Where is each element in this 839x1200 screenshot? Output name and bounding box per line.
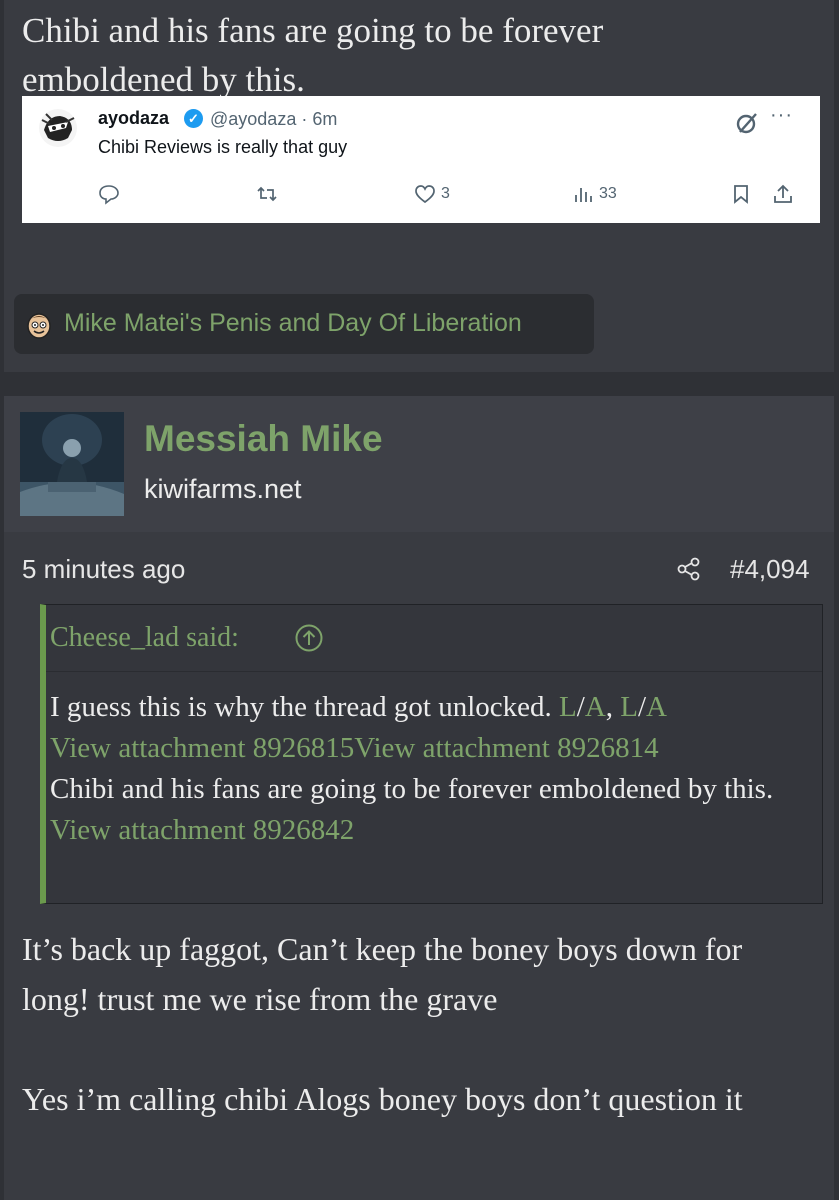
- reaction-tag-label[interactable]: Mike Matei's Penis and Day Of Liberation: [64, 309, 522, 338]
- post-number-link[interactable]: #4,094: [730, 554, 810, 585]
- blockquote: Cheese_lad said: I guess this is why the…: [40, 604, 823, 904]
- quote-text: Chibi and his fans are going to be forev…: [50, 773, 774, 805]
- avatar[interactable]: [20, 412, 124, 516]
- quote-author-link[interactable]: Cheese_lad said:: [50, 622, 239, 654]
- user-title: kiwifarms.net: [144, 474, 302, 504]
- like-button[interactable]: 3: [414, 182, 450, 206]
- reply-button[interactable]: [98, 182, 120, 206]
- quote-line: View attachment 8926815View attachment 8…: [50, 728, 810, 769]
- quote-header: Cheese_lad said:: [46, 605, 822, 672]
- bookmark-button[interactable]: [730, 182, 752, 206]
- attachment-link[interactable]: View attachment 8926814: [354, 732, 658, 764]
- share-icon: [774, 184, 792, 203]
- slash-text: /: [637, 691, 647, 723]
- views-button[interactable]: 33: [572, 182, 617, 206]
- retweet-icon: [257, 186, 277, 202]
- quote-text: I guess this is why the thread got unloc…: [50, 691, 560, 723]
- verified-badge-icon: ✓: [184, 109, 203, 128]
- view-count: 33: [599, 185, 617, 202]
- forum-post: Messiah Mike kiwifarms.net 5 minutes ago…: [4, 396, 834, 1200]
- heart-icon: [415, 185, 435, 204]
- username[interactable]: Messiah Mike: [144, 418, 383, 460]
- la-link[interactable]: A: [585, 691, 606, 723]
- attachment-link[interactable]: View attachment 8926815: [50, 732, 354, 764]
- slash-text: /: [576, 691, 585, 723]
- more-icon[interactable]: ···: [770, 104, 793, 127]
- tweet-author-name[interactable]: ayodaza: [98, 108, 169, 129]
- share-button[interactable]: [772, 182, 794, 206]
- quote-line: I guess this is why the thread got unloc…: [50, 687, 810, 728]
- post-text: Chibi and his fans are going to be forev…: [22, 6, 822, 104]
- views-icon: [575, 188, 592, 202]
- quote-body: I guess this is why the thread got unloc…: [50, 687, 810, 851]
- post-paragraph: Yes i’m calling chibi Alogs boney boys d…: [22, 1081, 743, 1117]
- grok-icon[interactable]: [734, 110, 760, 136]
- arrow-up-circle-icon[interactable]: [294, 623, 324, 653]
- post-timestamp[interactable]: 5 minutes ago: [22, 554, 185, 585]
- tweet-handle-time[interactable]: @ayodaza · 6m: [210, 109, 337, 130]
- comma-text: ,: [605, 691, 621, 723]
- attachment-link[interactable]: View attachment 8926842: [50, 814, 354, 846]
- tweet-text: Chibi Reviews is really that guy: [98, 137, 348, 157]
- la-link[interactable]: A: [646, 691, 667, 723]
- post-user-header: Messiah Mike kiwifarms.net: [4, 396, 834, 532]
- bookmark-icon: [734, 185, 748, 204]
- tweet-avatar[interactable]: [38, 108, 78, 148]
- post-text-line: Chibi and his fans are going to be forev…: [22, 11, 604, 50]
- la-link[interactable]: L: [559, 691, 577, 723]
- like-count: 3: [441, 185, 450, 202]
- post-paragraph: It’s back up faggot, Can’t keep the bone…: [22, 931, 743, 1017]
- reply-icon: [99, 185, 119, 205]
- post-body: It’s back up faggot, Can’t keep the bone…: [22, 924, 812, 1124]
- share-icon[interactable]: [676, 556, 702, 582]
- retweet-button[interactable]: [256, 182, 278, 206]
- embedded-tweet[interactable]: ayodaza ✓ @ayodaza · 6m ··· Chibi Review…: [22, 96, 820, 223]
- la-link[interactable]: L: [620, 691, 638, 723]
- post-continuation: Chibi and his fans are going to be forev…: [4, 0, 834, 372]
- reaction-tag-chip[interactable]: Mike Matei's Penis and Day Of Liberation: [14, 294, 594, 354]
- face-emoji-icon: [27, 313, 51, 339]
